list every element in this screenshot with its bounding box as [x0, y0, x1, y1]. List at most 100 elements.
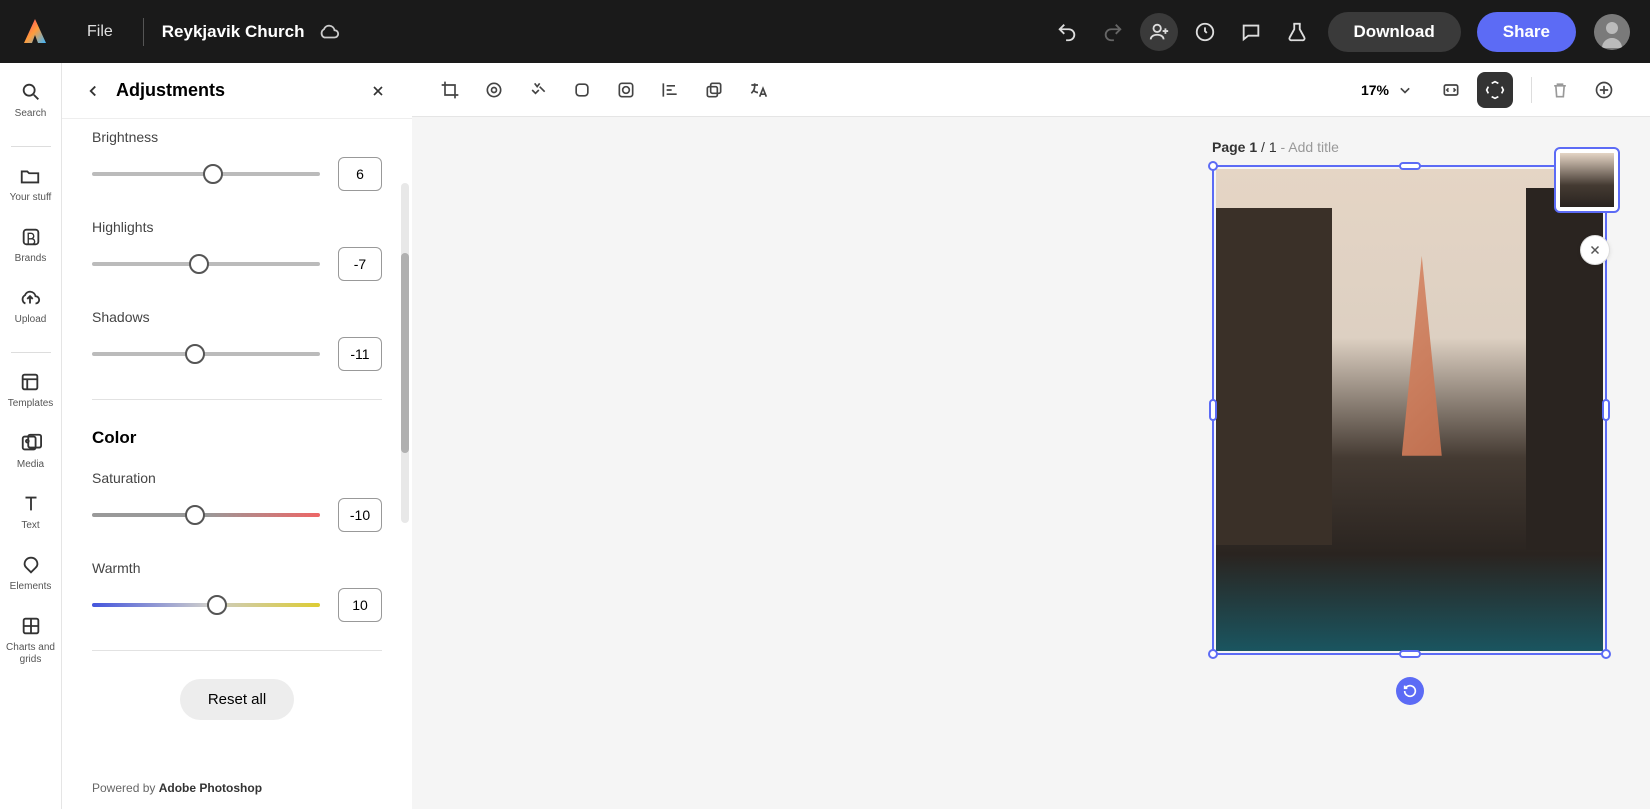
rail-elements[interactable]: Elements	[10, 554, 52, 593]
rail-label: Search	[15, 108, 47, 120]
image-detail	[1216, 208, 1332, 545]
canvas[interactable]: Page 1 / 1 - Add title	[412, 117, 1650, 809]
share-button[interactable]: Share	[1477, 12, 1576, 52]
chevron-down-icon[interactable]	[1395, 80, 1415, 100]
shadows-value-input[interactable]: -11	[338, 337, 382, 371]
adjustments-header: Adjustments	[62, 63, 412, 119]
invite-button[interactable]	[1140, 13, 1178, 51]
shape-tool[interactable]	[564, 72, 600, 108]
highlights-slider-group: Highlights -7	[92, 219, 382, 281]
divider	[92, 399, 382, 400]
scrollbar-thumb[interactable]	[401, 253, 409, 453]
shadows-slider[interactable]	[92, 352, 320, 356]
rail-label: Upload	[15, 314, 47, 326]
delete-tool[interactable]	[1542, 72, 1578, 108]
resize-handle-bl[interactable]	[1208, 649, 1218, 659]
comment-button[interactable]	[1232, 13, 1270, 51]
slider-label: Saturation	[92, 470, 382, 486]
revert-icon	[1402, 683, 1418, 699]
warmth-value-input[interactable]: 10	[338, 588, 382, 622]
image-content	[1216, 169, 1603, 651]
fit-screen-tool[interactable]	[1433, 72, 1469, 108]
align-tool[interactable]	[652, 72, 688, 108]
redo-button[interactable]	[1094, 13, 1132, 51]
user-avatar[interactable]	[1594, 14, 1630, 50]
canvas-toolbar: 17%	[412, 63, 1650, 117]
divider	[11, 146, 51, 147]
resize-handle-r[interactable]	[1602, 399, 1610, 421]
resize-handle-b[interactable]	[1399, 650, 1421, 658]
effects-tool[interactable]	[476, 72, 512, 108]
layers-tool[interactable]	[696, 72, 732, 108]
crop-tool[interactable]	[432, 72, 468, 108]
brightness-slider[interactable]	[92, 172, 320, 176]
warmth-slider[interactable]	[92, 603, 320, 607]
rail-media[interactable]: Media	[17, 432, 44, 471]
saturation-slider-group: Saturation -10	[92, 470, 382, 532]
beta-button[interactable]	[1278, 13, 1316, 51]
remove-bg-tool[interactable]	[520, 72, 556, 108]
undo-button[interactable]	[1048, 13, 1086, 51]
divider	[11, 352, 51, 353]
rail-text[interactable]: Text	[20, 493, 42, 532]
brightness-value-input[interactable]: 6	[338, 157, 382, 191]
saturation-slider[interactable]	[92, 513, 320, 517]
rail-upload[interactable]: Upload	[15, 287, 47, 326]
page-thumbnail[interactable]	[1554, 147, 1620, 213]
brightness-slider-group: Brightness 6	[92, 129, 382, 191]
image-detail	[1402, 256, 1442, 456]
rail-label: Charts and grids	[0, 642, 61, 666]
close-thumbnails-button[interactable]	[1580, 235, 1610, 265]
saturation-value-input[interactable]: -10	[338, 498, 382, 532]
zoom-level[interactable]: 17%	[1361, 82, 1389, 98]
expand-tool[interactable]	[1477, 72, 1513, 108]
app-logo-icon	[20, 17, 50, 47]
close-panel-button[interactable]	[362, 75, 394, 107]
slider-thumb[interactable]	[189, 254, 209, 274]
selected-image[interactable]	[1212, 165, 1607, 655]
reset-all-button[interactable]: Reset all	[180, 679, 294, 720]
adjustments-body[interactable]: Brightness 6 Highlights -7 S	[62, 119, 412, 781]
resize-handle-br[interactable]	[1601, 649, 1611, 659]
highlights-value-input[interactable]: -7	[338, 247, 382, 281]
slider-thumb[interactable]	[185, 505, 205, 525]
help-button[interactable]	[1186, 13, 1224, 51]
slider-label: Warmth	[92, 560, 382, 576]
warmth-slider-group: Warmth 10	[92, 560, 382, 622]
rail-charts[interactable]: Charts and grids	[0, 615, 61, 666]
revert-button[interactable]	[1396, 677, 1424, 705]
resize-handle-l[interactable]	[1209, 399, 1217, 421]
slider-label: Highlights	[92, 219, 382, 235]
close-icon	[1588, 243, 1602, 257]
scrollbar-track[interactable]	[401, 183, 409, 523]
panel-title: Adjustments	[116, 80, 362, 101]
color-section-title: Color	[92, 428, 382, 448]
translate-tool[interactable]	[740, 72, 776, 108]
back-button[interactable]	[80, 78, 106, 104]
slider-label: Brightness	[92, 129, 382, 145]
rail-label: Your stuff	[10, 192, 52, 204]
top-bar: File Reykjavik Church Download Share	[0, 0, 1650, 63]
divider	[1531, 77, 1532, 103]
rail-your-stuff[interactable]: Your stuff	[10, 165, 52, 204]
rail-brands[interactable]: Brands	[15, 226, 47, 265]
project-name[interactable]: Reykjavik Church	[162, 22, 305, 42]
rail-search[interactable]: Search	[15, 81, 47, 120]
mask-tool[interactable]	[608, 72, 644, 108]
add-page-tool[interactable]	[1586, 72, 1622, 108]
download-button[interactable]: Download	[1328, 12, 1461, 52]
left-rail: Search Your stuff Brands Upload Template…	[0, 63, 62, 809]
divider	[92, 650, 382, 651]
shadows-slider-group: Shadows -11	[92, 309, 382, 371]
slider-thumb[interactable]	[203, 164, 223, 184]
page-indicator[interactable]: Page 1 / 1 - Add title	[1212, 139, 1339, 155]
slider-thumb[interactable]	[207, 595, 227, 615]
highlights-slider[interactable]	[92, 262, 320, 266]
resize-handle-tl[interactable]	[1208, 161, 1218, 171]
divider	[143, 18, 144, 46]
slider-thumb[interactable]	[185, 344, 205, 364]
rail-templates[interactable]: Templates	[8, 371, 54, 410]
resize-handle-t[interactable]	[1399, 162, 1421, 170]
file-menu[interactable]: File	[75, 17, 125, 47]
cloud-sync-icon	[318, 21, 340, 43]
